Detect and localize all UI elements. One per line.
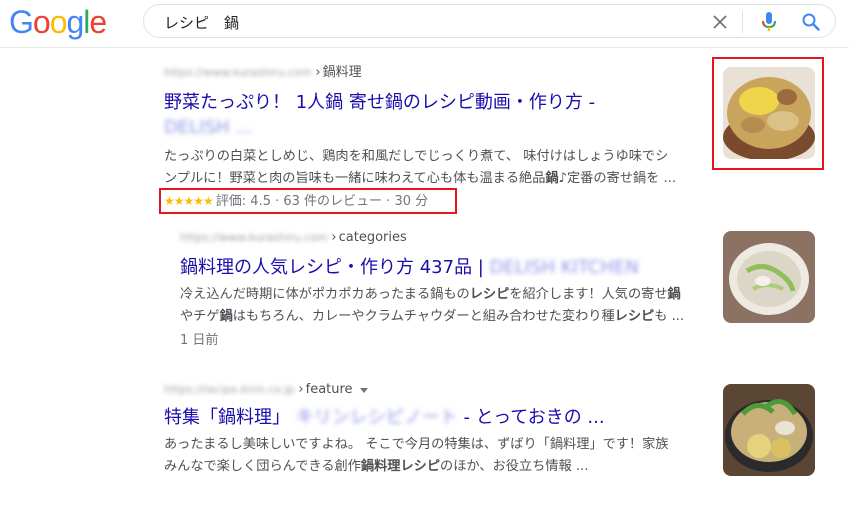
search-input[interactable] bbox=[164, 11, 684, 33]
result-breadcrumb[interactable]: https://www.kurashiru.com › categories bbox=[180, 229, 710, 247]
search-icon bbox=[802, 13, 820, 31]
voice-search-button[interactable] bbox=[757, 10, 781, 34]
result-snippet: たっぷりの白菜としめじ、鶏肉を和風だしでじっくり煮て、 味付けはしょうゆ味でシ … bbox=[164, 146, 709, 190]
logo-letter: G bbox=[9, 4, 34, 40]
result-title-link[interactable]: 野菜たっぷり！ 1人鍋 寄せ鍋のレシピ動画・作り方 - bbox=[164, 90, 709, 116]
result-breadcrumb[interactable]: https://www.kurashiru.com › 鍋料理 bbox=[164, 64, 709, 82]
result-thumbnail[interactable] bbox=[723, 231, 815, 323]
result-title: 特集「鍋料理」 bbox=[164, 407, 290, 428]
thumbnail-highlight-box bbox=[712, 57, 824, 170]
search-header: Google bbox=[0, 0, 849, 48]
microphone-icon bbox=[762, 12, 776, 31]
snippet-text: 冷え込んだ時期に体がポカポカあったまる鍋もの bbox=[180, 287, 470, 302]
snippet-text: はもちろん、カレーやクラムチャウダーと組み合わせた変わり種 bbox=[232, 309, 615, 324]
result-title: 野菜たっぷり！ 1人鍋 寄せ鍋のレシピ動画・作り方 - bbox=[164, 92, 596, 113]
clear-button[interactable] bbox=[708, 10, 732, 34]
snippet-highlight: 鍋 bbox=[545, 171, 559, 186]
hotpot-image bbox=[723, 384, 815, 476]
result-title-link[interactable]: 特集「鍋料理」 キリンレシピノート - とっておきの ... bbox=[164, 405, 709, 431]
hotpot-image bbox=[723, 231, 815, 323]
result-url: https://www.kurashiru.com bbox=[180, 231, 328, 244]
result-url: https://www.kurashiru.com bbox=[164, 66, 312, 79]
result-title: 鍋料理の人気レシピ・作り方 437品 | bbox=[180, 257, 484, 278]
snippet-text: やチゲ bbox=[180, 309, 220, 324]
close-icon bbox=[713, 15, 727, 29]
snippet-text: も ... bbox=[654, 309, 685, 324]
result-url: https://recipe.kirin.co.jp bbox=[164, 383, 295, 396]
snippet-text: ♪定番の寄せ鍋を ... bbox=[558, 171, 677, 186]
result-breadcrumb[interactable]: https://recipe.kirin.co.jp › feature bbox=[164, 381, 709, 399]
snippet-text: ンプルに！野菜と肉の旨味も一緒に味わえて心も体も温まる絶品 bbox=[164, 171, 546, 186]
result-site-name: キリンレシピノート bbox=[295, 407, 458, 428]
result-title-line-2[interactable]: DELISH ... bbox=[164, 116, 709, 140]
search-actions bbox=[708, 9, 823, 35]
snippet-text: を紹介します！人気の寄せ bbox=[509, 287, 668, 302]
snippet-line: あったまるし美味しいですよね。 そこで今月の特集は、ずばり「鍋料理」です！家族 bbox=[164, 437, 669, 452]
logo-letter: o bbox=[32, 4, 51, 40]
result-date: 1 日前 bbox=[180, 333, 219, 348]
snippet-line: やチゲ鍋はもちろん、カレーやクラムチャウダーと組み合わせた変わり種レシピも ..… bbox=[180, 306, 710, 328]
breadcrumb-separator: › bbox=[315, 65, 321, 80]
search-button[interactable] bbox=[799, 10, 823, 34]
snippet-text: のほか、お役立ち情報 ... bbox=[440, 459, 589, 474]
breadcrumb-path: 鍋料理 bbox=[322, 65, 362, 80]
result-title-suffix: - とっておきの ... bbox=[463, 407, 605, 428]
search-result: https://recipe.kirin.co.jp › feature 特集「… bbox=[164, 381, 709, 478]
logo-letter: g bbox=[66, 4, 84, 40]
logo-letter: e bbox=[89, 4, 107, 40]
snippet-highlight: レシピ bbox=[469, 287, 510, 302]
result-title-link[interactable]: 鍋料理の人気レシピ・作り方 437品 | DELISH KITCHEN bbox=[180, 255, 710, 281]
logo-letter: o bbox=[49, 4, 68, 40]
snippet-highlight: 鍋料理レシピ bbox=[360, 459, 441, 474]
result-snippet: 冷え込んだ時期に体がポカポカあったまる鍋ものレシピを紹介します！人気の寄せ鍋 や… bbox=[180, 284, 710, 328]
snippet-line: ンプルに！野菜と肉の旨味も一緒に味わえて心も体も温まる絶品鍋♪定番の寄せ鍋を .… bbox=[164, 168, 709, 190]
breadcrumb-separator: › bbox=[331, 230, 337, 245]
result-site-name: DELISH ... bbox=[164, 117, 253, 138]
breadcrumb-path: categories bbox=[338, 230, 407, 245]
snippet-line: みんなで楽しく団らんできる創作鍋料理レシピのほか、お役立ち情報 ... bbox=[164, 456, 709, 478]
result-site-name: DELISH KITCHEN bbox=[489, 257, 639, 278]
rating-highlight-box bbox=[159, 188, 457, 214]
search-divider bbox=[742, 11, 743, 33]
chevron-down-icon[interactable] bbox=[359, 387, 368, 393]
snippet-line: 冷え込んだ時期に体がポカポカあったまる鍋ものレシピを紹介します！人気の寄せ鍋 bbox=[180, 284, 710, 306]
search-box bbox=[143, 4, 836, 38]
snippet-highlight: 鍋 bbox=[219, 309, 233, 324]
result-snippet: あったまるし美味しいですよね。 そこで今月の特集は、ずばり「鍋料理」です！家族 … bbox=[164, 434, 709, 478]
snippet-highlight: 鍋 bbox=[667, 287, 681, 302]
google-logo[interactable]: Google bbox=[9, 4, 107, 40]
snippet-highlight: レシピ bbox=[614, 309, 655, 324]
breadcrumb-path: feature bbox=[305, 382, 353, 397]
breadcrumb-separator: › bbox=[298, 382, 304, 397]
snippet-line: たっぷりの白菜としめじ、鶏肉を和風だしでじっくり煮て、 味付けはしょうゆ味でシ bbox=[164, 149, 669, 164]
snippet-text: みんなで楽しく団らんできる創作 bbox=[164, 459, 361, 474]
result-thumbnail[interactable] bbox=[723, 384, 815, 476]
search-result: https://www.kurashiru.com › categories 鍋… bbox=[180, 229, 710, 351]
